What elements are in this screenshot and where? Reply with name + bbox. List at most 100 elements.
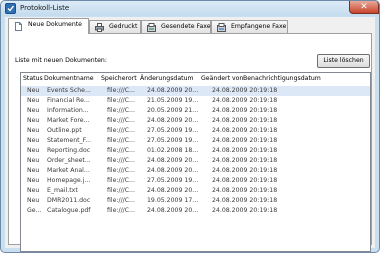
notification-date-cell: 24.08.2009 20:19:18 <box>212 87 278 94</box>
location-cell: file:///C... <box>107 87 135 94</box>
tab-panel-neue-dokumente: Liste mit neuen Dokumenten: Liste lösche… <box>8 33 372 252</box>
title-bar[interactable]: Protokoll-Liste ✕ <box>1 1 379 16</box>
notification-date-cell: 24.08.2009 20:19:18 <box>212 127 278 134</box>
modified-date-cell: 24.08.2009 20... <box>147 157 199 164</box>
table-row[interactable]: Neu Market Fore... file:///C... 24.08.2009 … <box>21 116 370 126</box>
location-cell: file:///C... <box>107 207 135 214</box>
table-row[interactable]: Neu DMR2011.doc file:///C... 19.05.2009 17.… <box>21 196 370 206</box>
status-cell: Ge... <box>27 207 42 214</box>
modified-date-cell: 27.05.2009 19... <box>147 137 199 144</box>
notification-date-cell: 24.08.2009 20:19:18 <box>212 157 278 164</box>
location-cell: file:///C... <box>107 117 135 124</box>
notification-date-cell: 24.08.2009 20:19:18 <box>212 107 278 114</box>
table-row[interactable]: Neu Statement_F... file:///C... 27.05.2009 … <box>21 136 370 146</box>
column-header-benachrichtigungsdatum[interactable]: Benachrichtigungsdatum <box>243 73 321 84</box>
table-row[interactable]: Neu E_mail.txt file:///C... 24.08.2009 20..… <box>21 186 370 196</box>
clear-list-button[interactable]: Liste löschen <box>317 54 370 68</box>
modified-date-cell: 27.05.2009 19... <box>147 127 199 134</box>
notification-date-cell: 24.08.2009 20:19:18 <box>212 177 278 184</box>
status-cell: Neu <box>27 197 40 204</box>
location-cell: file:///C... <box>107 107 135 114</box>
status-cell: Neu <box>27 177 40 184</box>
document-name-cell: DMR2011.doc <box>47 197 91 204</box>
table-row[interactable]: Neu Reporting.doc file:///C... 01.02.2008 1… <box>21 146 370 156</box>
column-header-geaendert-von[interactable]: Geändert von <box>201 73 243 84</box>
document-name-cell: Order_sheet... <box>47 157 91 164</box>
location-cell: file:///C... <box>107 97 135 104</box>
notification-date-cell: 24.08.2009 20:19:18 <box>212 97 278 104</box>
document-name-cell: Reporting.doc <box>47 147 91 154</box>
fax-sent-icon <box>147 23 156 32</box>
status-cell: Neu <box>27 107 40 114</box>
location-cell: file:///C... <box>107 167 135 174</box>
modified-date-cell: 19.05.2009 17... <box>147 197 199 204</box>
notification-date-cell: 24.08.2009 20:19:18 <box>212 167 278 174</box>
document-name-cell: Financial Re... <box>47 97 90 104</box>
status-cell: Neu <box>27 97 40 104</box>
table-row[interactable]: Neu Financial Re... file:///C... 21.05.2009… <box>21 96 370 106</box>
modified-date-cell: 24.08.2009 20... <box>147 87 199 94</box>
tab-neue-dokumente[interactable]: Neue Dokumente <box>8 18 89 34</box>
modified-date-cell: 24.08.2009 20... <box>147 187 199 194</box>
notification-date-cell: 24.08.2009 20:19:18 <box>212 147 278 154</box>
app-icon <box>5 3 16 14</box>
notification-date-cell: 24.08.2009 20:19:18 <box>212 187 278 194</box>
table-row[interactable]: Neu Market Anal... file:///C... 24.08.2009 … <box>21 166 370 176</box>
location-cell: file:///C... <box>107 177 135 184</box>
tab-label: Neue Dokumente <box>28 21 82 28</box>
document-name-cell: Homepage.j... <box>47 177 91 184</box>
document-name-cell: Market Fore... <box>47 117 90 124</box>
document-name-cell: Catalogue.pdf <box>47 207 91 214</box>
table-row[interactable]: Neu Order_sheet... file:///C... 24.08.2009 … <box>21 156 370 166</box>
location-cell: file:///C... <box>107 157 135 164</box>
modified-date-cell: 01.02.2008 18... <box>147 147 199 154</box>
table-row[interactable]: Neu Events Sche... file:///C... 24.08.2009 … <box>21 86 370 96</box>
modified-date-cell: 20.05.2009 21... <box>147 107 199 114</box>
client-area: Neue Dokumente Gedruckt Gesendete Faxe E… <box>5 17 375 252</box>
fax-received-icon <box>217 23 226 32</box>
notification-date-cell: 24.08.2009 20:19:18 <box>212 137 278 144</box>
status-cell: Neu <box>27 167 40 174</box>
document-name-cell: Events Sche... <box>47 87 91 94</box>
document-list[interactable]: Status Dokumentname Speicherort Änderung… <box>20 72 371 252</box>
column-header-status[interactable]: Status <box>23 73 43 84</box>
status-cell: Neu <box>27 87 40 94</box>
status-cell: Neu <box>27 187 40 194</box>
document-name-cell: Market Anal... <box>47 167 90 174</box>
modified-date-cell: 27.05.2009 19... <box>147 177 199 184</box>
notification-date-cell: 24.08.2009 20:19:18 <box>212 117 278 124</box>
tab-label: Gedruckt <box>109 23 138 30</box>
list-label: Liste mit neuen Dokumenten: <box>15 57 107 64</box>
window-title: Protokoll-Liste <box>20 4 70 12</box>
modified-date-cell: 24.08.2009 20... <box>147 167 199 174</box>
location-cell: file:///C... <box>107 147 135 154</box>
printer-icon <box>95 23 104 32</box>
location-cell: file:///C... <box>107 137 135 144</box>
notification-date-cell: 24.08.2009 20:19:18 <box>212 207 278 214</box>
status-cell: Neu <box>27 127 40 134</box>
tab-label: Empfangene Faxe <box>231 23 287 30</box>
close-button[interactable]: ✕ <box>349 1 379 14</box>
table-row[interactable]: Ge... Catalogue.pdf file:///C... 24.08.2009… <box>21 206 370 216</box>
document-name-cell: Information... <box>47 107 89 114</box>
tab-empfangene-faxe[interactable]: Empfangene Faxe <box>211 20 288 33</box>
location-cell: file:///C... <box>107 127 135 134</box>
column-header-dokumentname[interactable]: Dokumentname <box>44 73 94 84</box>
list-header: Status Dokumentname Speicherort Änderung… <box>21 73 370 84</box>
table-row[interactable]: Neu Outline.ppt file:///C... 27.05.2009 19.… <box>21 126 370 136</box>
notification-date-cell: 24.08.2009 20:19:18 <box>212 197 278 204</box>
column-header-speicherort[interactable]: Speicherort <box>101 73 137 84</box>
table-row[interactable]: Neu Homepage.j... file:///C... 27.05.2009 1… <box>21 176 370 186</box>
tab-gesendete-faxe[interactable]: Gesendete Faxe <box>141 20 211 33</box>
status-cell: Neu <box>27 157 40 164</box>
document-name-cell: E_mail.txt <box>47 187 78 194</box>
column-header-aenderungsdatum[interactable]: Änderungsdatum <box>140 73 194 84</box>
modified-date-cell: 24.08.2009 20... <box>147 207 199 214</box>
table-row[interactable]: Neu Information... file:///C... 20.05.2009 … <box>21 106 370 116</box>
document-name-cell: Statement_F... <box>47 137 92 144</box>
tab-gedruckt[interactable]: Gedruckt <box>89 20 141 33</box>
protocol-list-window: Protokoll-Liste ✕ Neue Dokumente Gedruck… <box>0 0 380 253</box>
location-cell: file:///C... <box>107 197 135 204</box>
status-cell: Neu <box>27 147 40 154</box>
new-document-icon <box>15 22 22 31</box>
